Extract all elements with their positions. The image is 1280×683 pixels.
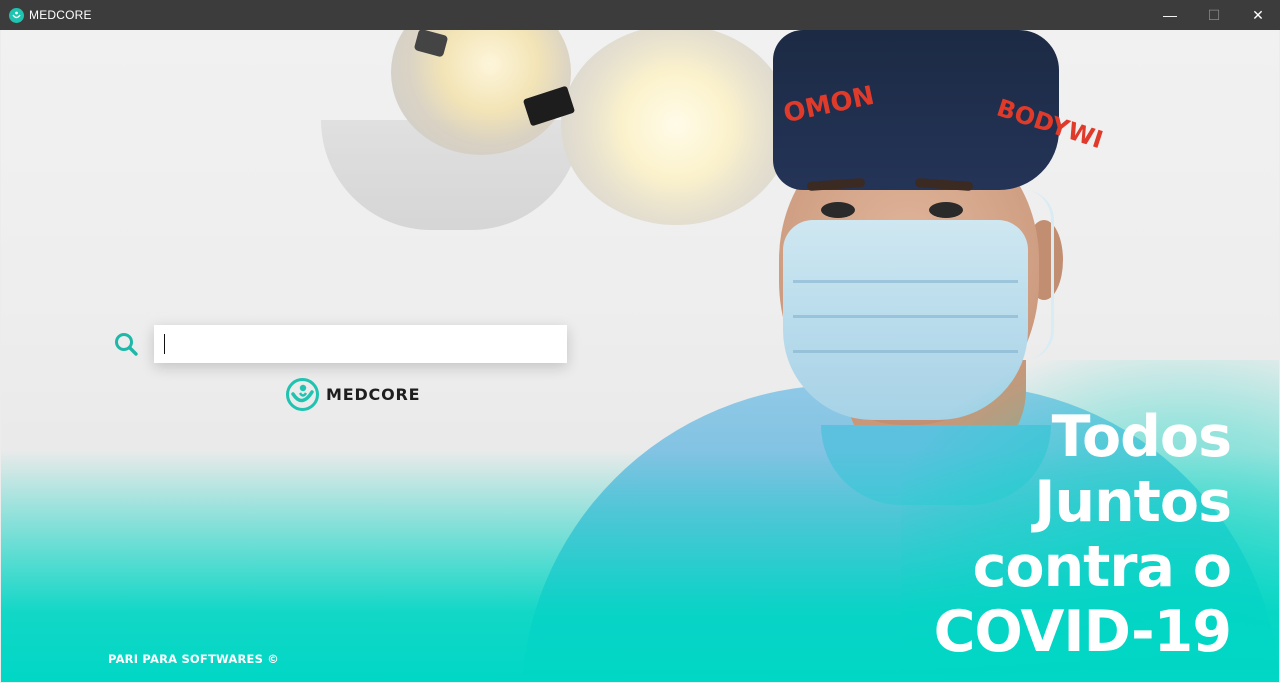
app-logo-icon <box>9 7 24 23</box>
eye-right <box>929 202 963 218</box>
medcore-logo-icon <box>286 378 319 411</box>
mask-strap <box>1011 190 1054 360</box>
mask-pleat <box>793 280 1018 283</box>
mask-pleat <box>793 350 1018 353</box>
medcore-logo: MEDCORE <box>286 378 420 411</box>
slogan-line: COVID-19 <box>933 599 1232 665</box>
close-button[interactable]: ✕ <box>1236 0 1280 30</box>
slogan: Todos Juntos contra o COVID-19 <box>811 404 1232 665</box>
eye-left <box>821 202 855 218</box>
search-icon[interactable] <box>112 330 140 358</box>
copyright-footer: PARI PARA SOFTWARES © <box>108 652 279 666</box>
search-input[interactable] <box>154 325 567 363</box>
slogan-line: Todos <box>1051 404 1232 470</box>
logo-text: MEDCORE <box>326 385 421 404</box>
app-window: MEDCORE — ☐ ✕ OMON BODYWI MEDCORE Todos … <box>0 0 1280 683</box>
window-title: MEDCORE <box>29 8 92 22</box>
mask-pleat <box>793 315 1018 318</box>
title-bar: MEDCORE — ☐ ✕ <box>0 0 1280 30</box>
slogan-line: contra o <box>972 534 1232 600</box>
slogan-line: Juntos <box>1034 469 1232 535</box>
minimize-button[interactable]: — <box>1148 0 1192 30</box>
splash-content: OMON BODYWI MEDCORE Todos Juntos contra … <box>1 30 1279 682</box>
maximize-button[interactable]: ☐ <box>1192 0 1236 30</box>
text-cursor <box>164 334 165 354</box>
